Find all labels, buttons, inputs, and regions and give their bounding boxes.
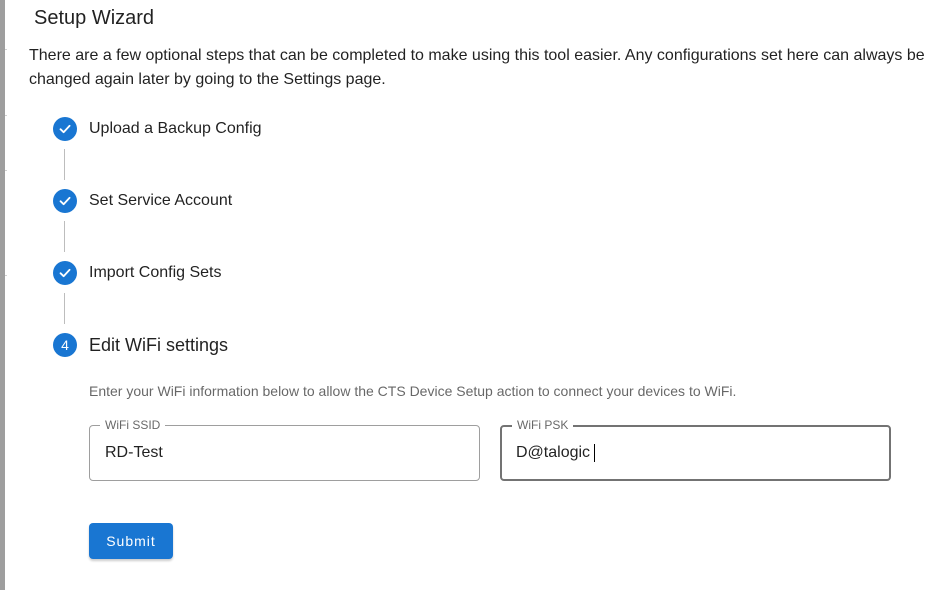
step-label: Edit WiFi settings <box>89 334 229 355</box>
step-edit-wifi[interactable]: 4 Edit WiFi settings <box>53 333 228 357</box>
step-label: Set Service Account <box>89 192 233 209</box>
wifi-psk-field[interactable]: WiFi PSK <box>500 418 891 481</box>
check-icon <box>53 117 77 141</box>
text-caret <box>594 444 595 462</box>
step-connector <box>64 221 65 252</box>
step-service-account[interactable]: Set Service Account <box>53 189 232 213</box>
step-connector <box>64 293 65 324</box>
step-import-config-sets[interactable]: Import Config Sets <box>53 261 222 285</box>
side-panel-edge <box>0 0 5 590</box>
check-icon <box>53 261 77 285</box>
divider <box>5 49 7 50</box>
step-number-badge: 4 <box>53 333 77 357</box>
step-label: Upload a Backup Config <box>89 120 262 137</box>
divider <box>5 275 7 276</box>
divider <box>5 170 7 171</box>
check-icon <box>53 189 77 213</box>
wizard-intro: There are a few optional steps that can … <box>29 47 925 88</box>
divider <box>5 115 7 116</box>
submit-button[interactable]: Submit <box>89 523 173 559</box>
step-label: Import Config Sets <box>89 264 222 281</box>
wifi-helper-text: Enter your WiFi information below to all… <box>89 383 737 399</box>
step-upload-backup[interactable]: Upload a Backup Config <box>53 117 262 141</box>
wifi-ssid-input[interactable] <box>105 426 469 480</box>
wifi-ssid-field[interactable]: WiFi SSID <box>89 418 480 481</box>
page-title: Setup Wizard <box>34 7 155 29</box>
step-connector <box>64 149 65 180</box>
wifi-psk-input[interactable] <box>516 427 879 479</box>
